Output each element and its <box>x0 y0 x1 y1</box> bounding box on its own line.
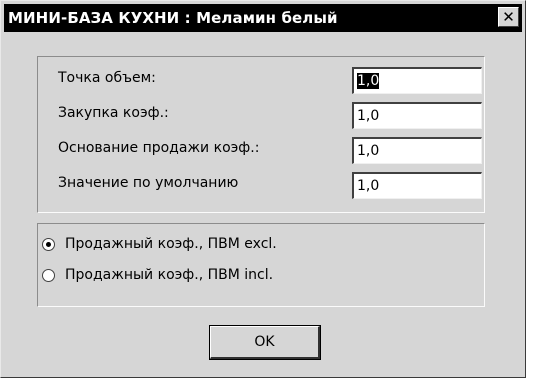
close-button[interactable]: ✕ <box>498 7 519 27</box>
field-label-purchase-coef: Закупка коэф.: <box>58 105 169 121</box>
default-value-input[interactable]: 1,0 <box>352 172 482 199</box>
radio-label-incl: Продажный коэф., ПВМ incl. <box>65 267 274 283</box>
radio-option-incl[interactable]: Продажный коэф., ПВМ incl. <box>42 267 273 283</box>
options-group: Продажный коэф., ПВМ excl. Продажный коэ… <box>37 223 485 307</box>
radio-unselected-icon[interactable] <box>42 268 55 282</box>
radio-label-excl: Продажный коэф., ПВМ excl. <box>65 236 277 252</box>
ok-button[interactable]: OK <box>209 325 321 360</box>
sales-base-coef-input[interactable]: 1,0 <box>352 137 482 164</box>
purchase-coef-input[interactable]: 1,0 <box>352 102 482 129</box>
radio-selected-icon[interactable] <box>42 237 55 251</box>
title-bar[interactable]: МИНИ-БАЗА КУХНИ : Меламин белый ✕ <box>4 4 522 32</box>
sales-base-coef-value: 1,0 <box>357 143 380 159</box>
point-volume-input[interactable]: 1,0 <box>352 67 482 94</box>
point-volume-value: 1,0 <box>357 73 380 89</box>
purchase-coef-value: 1,0 <box>357 108 380 124</box>
dialog-window: МИНИ-БАЗА КУХНИ : Меламин белый ✕ Точка … <box>0 0 526 378</box>
radio-option-excl[interactable]: Продажный коэф., ПВМ excl. <box>42 236 277 252</box>
field-label-sales-base-coef: Основание продажи коэф.: <box>58 140 260 156</box>
default-value-value: 1,0 <box>357 178 380 194</box>
close-icon: ✕ <box>502 8 515 26</box>
fields-group: Точка объем: 1,0 Закупка коэф.: 1,0 Осно… <box>37 56 485 213</box>
ok-button-label: OK <box>254 334 275 350</box>
field-label-point-volume: Точка объем: <box>58 70 156 86</box>
field-label-default-value: Значение по умолчанию <box>58 175 239 191</box>
window-title: МИНИ-БАЗА КУХНИ : Меламин белый <box>8 9 338 27</box>
